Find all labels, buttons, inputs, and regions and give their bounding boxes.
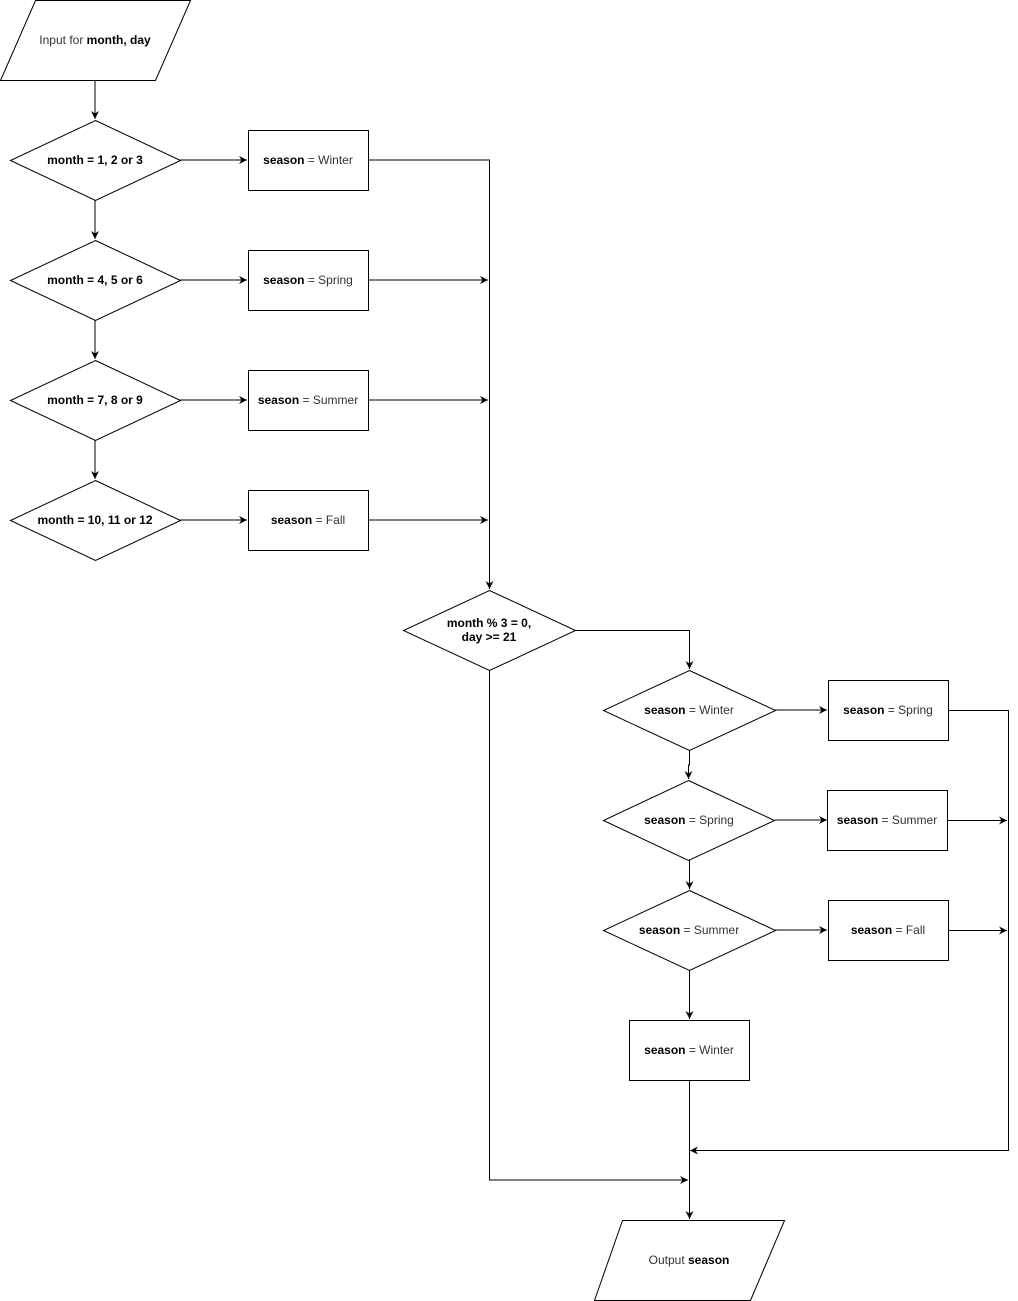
decision-label-line-2: day >= 21 bbox=[462, 630, 517, 644]
node-decision-month-4-5-6[interactable]: month = 4, 5 or 6 bbox=[9, 239, 182, 322]
output-label: Output season bbox=[649, 1253, 730, 1267]
node-decision-month-7-8-9[interactable]: month = 7, 8 or 9 bbox=[9, 359, 182, 442]
process-label: season = Spring bbox=[263, 273, 353, 287]
decision-label: month = 7, 8 or 9 bbox=[47, 393, 143, 407]
decision-label: season = Summer bbox=[639, 923, 739, 937]
node-decision-month-1-2-3[interactable]: month = 1, 2 or 3 bbox=[9, 119, 182, 202]
edge-d6-d7 bbox=[684, 750, 693, 779]
decision-label: month = 10, 11 or 12 bbox=[37, 513, 152, 527]
node-decision-season-spring[interactable]: season = Spring bbox=[602, 779, 776, 862]
node-process-season-fall[interactable]: season = Fall bbox=[248, 490, 369, 551]
node-process-season-spring[interactable]: season = Spring bbox=[248, 250, 369, 311]
process-label: season = Fall bbox=[851, 923, 925, 937]
process-label: season = Summer bbox=[258, 393, 358, 407]
node-decision-month-mod-3-day[interactable]: month % 3 = 0, day >= 21 bbox=[402, 589, 577, 672]
node-process-season-fall-2[interactable]: season = Fall bbox=[828, 900, 949, 961]
node-process-season-summer[interactable]: season = Summer bbox=[248, 370, 369, 431]
process-label: season = Winter bbox=[263, 153, 353, 167]
node-process-season-winter[interactable]: season = Winter bbox=[248, 130, 369, 191]
process-label: season = Fall bbox=[271, 513, 345, 527]
process-label: season = Summer bbox=[837, 813, 937, 827]
decision-label: season = Spring bbox=[644, 813, 734, 827]
process-label: season = Winter bbox=[644, 1043, 734, 1057]
node-output[interactable]: Output season bbox=[593, 1220, 786, 1301]
process-label: season = Spring bbox=[843, 703, 933, 717]
node-decision-month-10-11-12[interactable]: month = 10, 11 or 12 bbox=[9, 479, 182, 562]
node-decision-season-winter[interactable]: season = Winter bbox=[602, 669, 777, 752]
node-input[interactable]: Input for month, day bbox=[0, 0, 192, 81]
decision-label-line-1: month % 3 = 0, bbox=[447, 616, 531, 630]
decision-label: month = 1, 2 or 3 bbox=[47, 153, 143, 167]
edge-p1-d5 bbox=[368, 159, 494, 589]
node-process-season-winter-2[interactable]: season = Winter bbox=[629, 1020, 750, 1081]
node-process-season-spring-2[interactable]: season = Spring bbox=[828, 680, 949, 741]
decision-label: season = Winter bbox=[644, 703, 734, 717]
edge-d5-d6 bbox=[576, 630, 694, 669]
node-process-season-summer-2[interactable]: season = Summer bbox=[827, 790, 948, 851]
edges bbox=[91, 80, 1009, 1219]
node-decision-season-summer[interactable]: season = Summer bbox=[602, 889, 777, 972]
input-label: Input for month, day bbox=[39, 33, 151, 47]
decision-label: month = 4, 5 or 6 bbox=[47, 273, 143, 287]
flowchart-canvas: Input for month, day month = 1, 2 or 3 m… bbox=[0, 0, 1009, 1301]
